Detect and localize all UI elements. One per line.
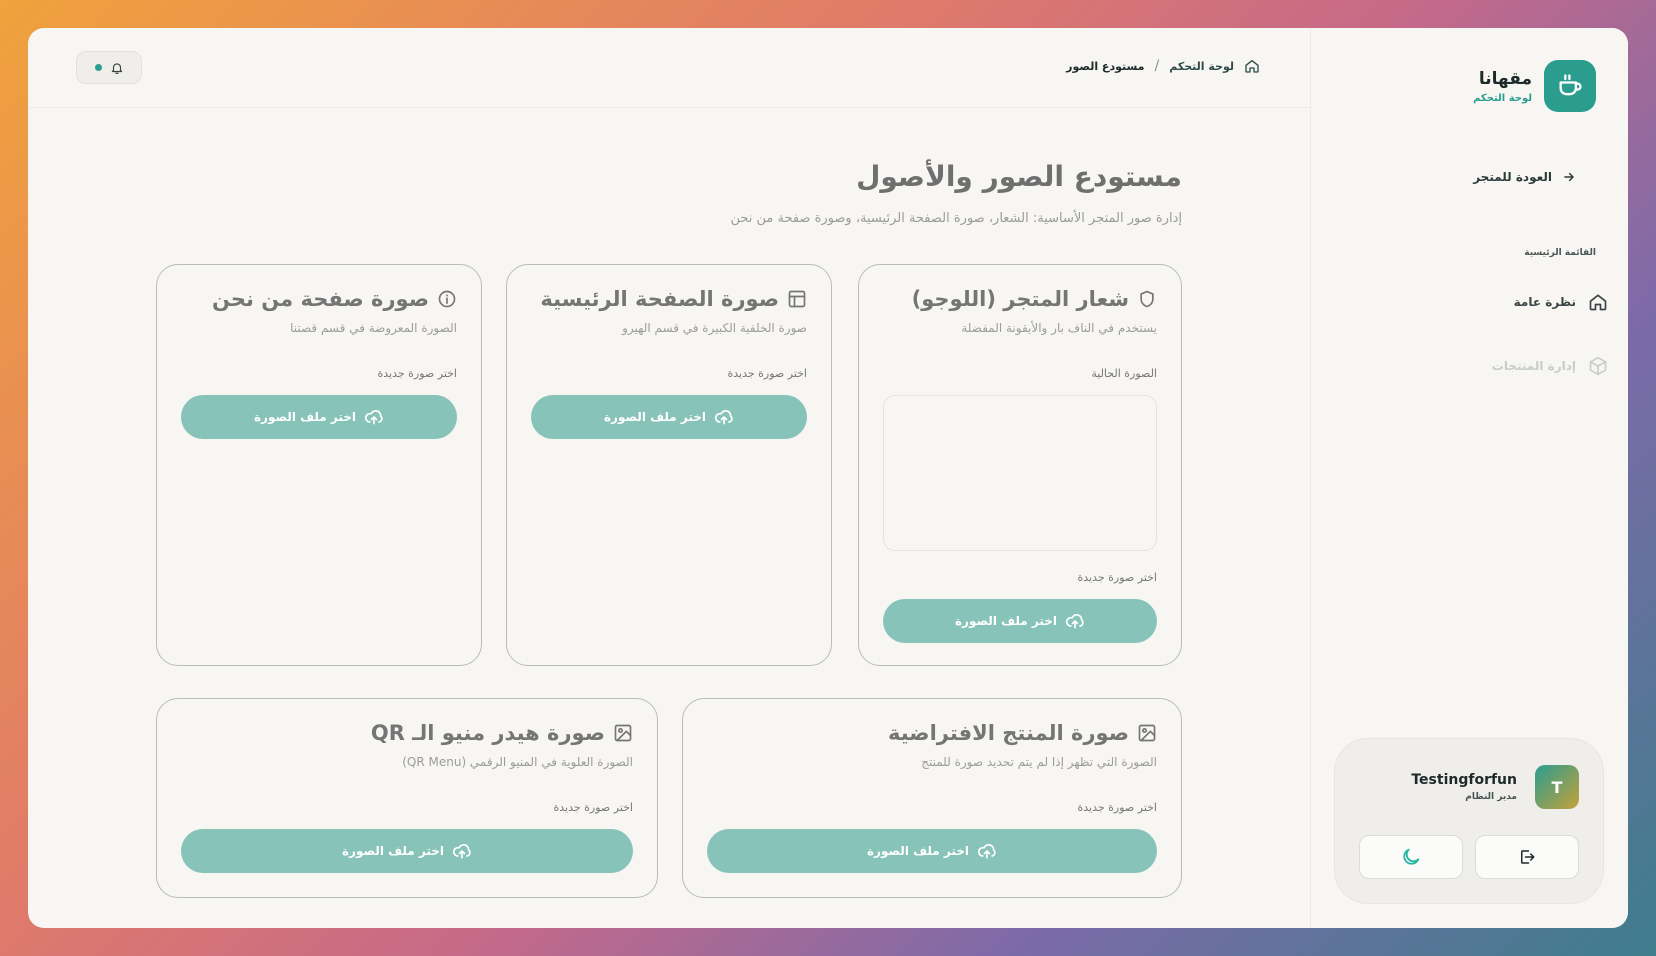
button-label: اختر ملف الصورة (341, 844, 445, 858)
logout-icon (1518, 848, 1536, 866)
breadcrumb: لوحة التحكم / مستودع الصور (1066, 58, 1260, 74)
theme-toggle-button[interactable] (1359, 835, 1463, 879)
sidebar-item-label: نظرة عامة (1513, 295, 1576, 309)
cloud-upload-icon (977, 841, 997, 861)
back-to-store-link[interactable]: العودة للمتجر (1473, 170, 1576, 184)
brand-subtitle: لوحة التحكم (1473, 92, 1532, 104)
coffee-cup-icon (1544, 60, 1596, 112)
user-card: T Testingforfun مدير النظام (1334, 738, 1604, 904)
card-title: شعار المتجر (اللوجو) (911, 287, 1129, 311)
sidebar: مقهانا لوحة التحكم العودة للمتجر القائمة… (1310, 28, 1628, 928)
card-title: صورة المنتج الافتراضية (887, 721, 1129, 745)
homepage-image-card: صورة الصفحة الرئيسية صورة الخلفية الكبير… (506, 264, 832, 666)
layout-icon (787, 289, 807, 309)
card-description: يستخدم في الناف بار والأيقونة المفضلة (961, 321, 1157, 335)
status-dot (94, 64, 102, 71)
home-icon (1588, 292, 1608, 312)
brand-name: مقهانا (1478, 68, 1532, 89)
sidebar-item-label: إدارة المنتجات (1491, 359, 1576, 373)
choose-image-label: اختر صورة جديدة (1077, 801, 1157, 814)
brand[interactable]: مقهانا لوحة التحكم (1473, 60, 1596, 112)
choose-image-label: اختر صورة جديدة (727, 367, 807, 380)
image-icon (613, 723, 633, 743)
choose-file-button[interactable]: اختر ملف الصورة (707, 829, 1157, 873)
info-icon (437, 289, 457, 309)
card-description: الصورة العلوية في المنيو الرقمي (QR Menu… (402, 755, 633, 769)
breadcrumb-separator: / (1154, 58, 1160, 74)
home-icon[interactable] (1244, 58, 1260, 74)
user-role: مدير النظام (1465, 792, 1517, 802)
about-image-card: صورة صفحة من نحن الصورة المعروضة في قسم … (156, 264, 482, 666)
breadcrumb-current: مستودع الصور (1066, 59, 1145, 73)
card-title: صورة هيدر منيو الـ QR (370, 721, 605, 745)
choose-image-label: اختر صورة جديدة (377, 367, 457, 380)
button-label: اختر ملف الصورة (954, 614, 1058, 628)
top-bar: لوحة التحكم / مستودع الصور (28, 28, 1310, 108)
moon-icon (1400, 846, 1422, 868)
choose-file-button[interactable]: اختر ملف الصورة (883, 599, 1157, 643)
button-label: اختر ملف الصورة (603, 410, 707, 424)
choose-file-button[interactable]: اختر ملف الصورة (181, 829, 633, 873)
page-title: مستودع الصور والأصول (856, 160, 1182, 193)
sidebar-item-products[interactable]: إدارة المنتجات (1492, 356, 1608, 376)
logout-button[interactable] (1475, 835, 1579, 879)
card-title: صورة صفحة من نحن (212, 287, 429, 311)
button-label: اختر ملف الصورة (866, 844, 970, 858)
sidebar-item-overview[interactable]: نظرة عامة (1514, 292, 1608, 312)
button-label: اختر ملف الصورة (253, 410, 357, 424)
app-window: مقهانا لوحة التحكم العودة للمتجر القائمة… (28, 28, 1628, 928)
page-description: إدارة صور المتجر الأساسية: الشعار، صورة … (730, 211, 1182, 226)
cloud-upload-icon (714, 407, 734, 427)
bell-icon (110, 61, 124, 75)
card-description: الصورة التي تظهر إذا لم يتم تحديد صورة ل… (921, 755, 1157, 769)
choose-file-button[interactable]: اختر ملف الصورة (531, 395, 807, 439)
cloud-upload-icon (364, 407, 384, 427)
current-image-label: الصورة الحالية (1091, 367, 1157, 380)
logo-card: شعار المتجر (اللوجو) يستخدم في الناف بار… (858, 264, 1182, 666)
avatar: T (1535, 765, 1579, 809)
current-image-preview (883, 395, 1157, 551)
image-icon (1137, 723, 1157, 743)
arrow-right-icon (1562, 170, 1576, 184)
user-name: Testingforfun (1411, 772, 1517, 788)
choose-image-label: اختر صورة جديدة (1077, 571, 1157, 584)
default-product-image-card: صورة المنتج الافتراضية الصورة التي تظهر … (682, 698, 1182, 898)
shield-icon (1137, 289, 1157, 309)
card-description: صورة الخلفية الكبيرة في قسم الهيرو (622, 321, 807, 335)
box-icon (1588, 356, 1608, 376)
card-description: الصورة المعروضة في قسم قصتنا (290, 321, 457, 335)
cloud-upload-icon (452, 841, 472, 861)
cloud-upload-icon (1065, 611, 1085, 631)
card-title: صورة الصفحة الرئيسية (540, 287, 779, 311)
notifications-button[interactable] (76, 51, 142, 84)
choose-file-button[interactable]: اختر ملف الصورة (181, 395, 457, 439)
back-to-store-label: العودة للمتجر (1473, 170, 1552, 184)
section-label: القائمة الرئيسية (1524, 248, 1596, 258)
qr-menu-header-card: صورة هيدر منيو الـ QR الصورة العلوية في … (156, 698, 658, 898)
main-content: لوحة التحكم / مستودع الصور مستودع الصور … (28, 28, 1310, 928)
breadcrumb-home[interactable]: لوحة التحكم (1169, 60, 1234, 73)
choose-image-label: اختر صورة جديدة (553, 801, 633, 814)
